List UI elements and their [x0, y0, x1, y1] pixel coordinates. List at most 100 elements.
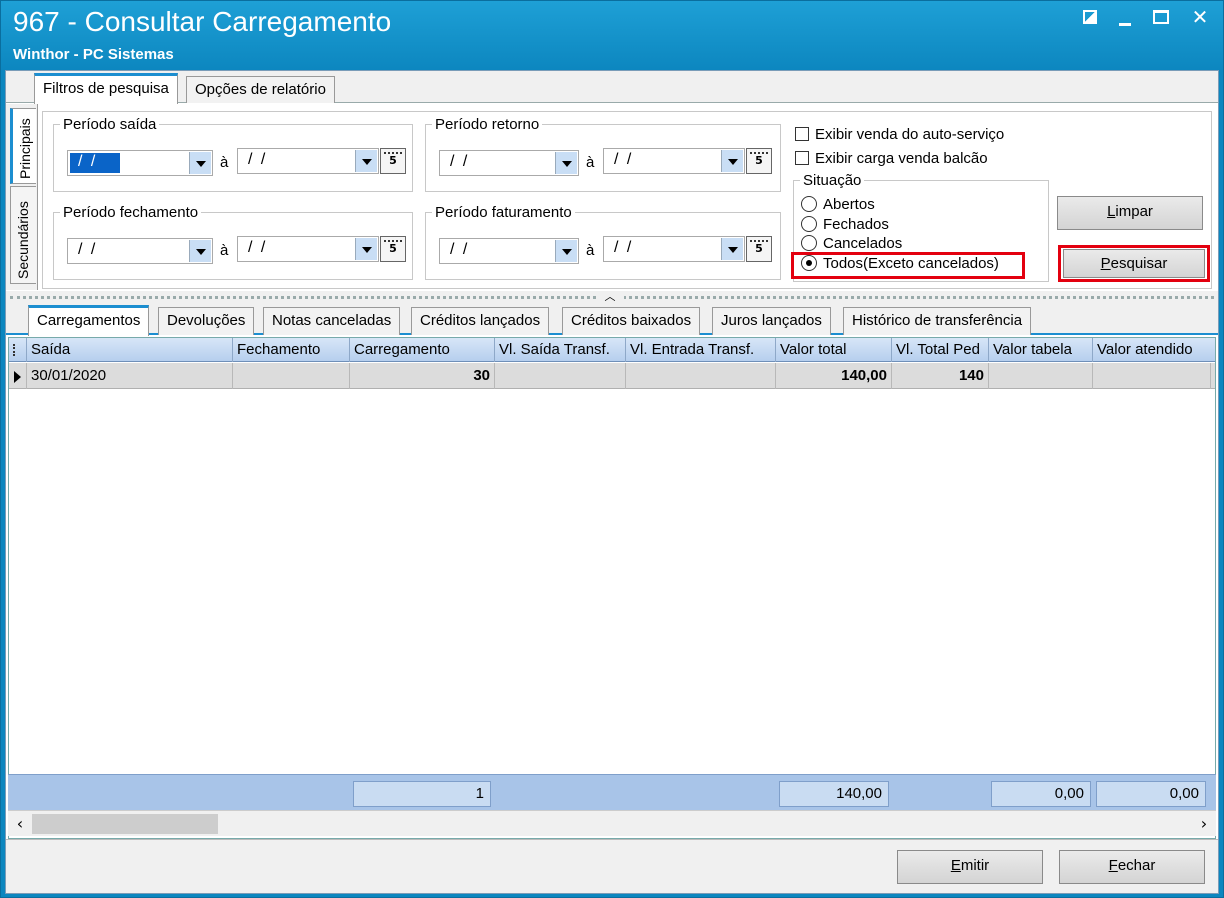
chevron-left-icon[interactable]: ‹	[12, 814, 28, 834]
separator-label: à	[586, 242, 595, 259]
chevron-down-icon[interactable]	[189, 240, 211, 262]
app-window: 967 - Consultar Carregamento Winthor - P…	[0, 0, 1224, 898]
periodo-fechamento-from-input[interactable]: / /	[67, 238, 213, 264]
grid-header: Saída Fechamento Carregamento Vl. Saída …	[9, 338, 1215, 362]
radio-icon	[801, 216, 817, 232]
periodo-saida-to-input[interactable]: / /	[237, 148, 379, 174]
chevron-down-icon[interactable]	[721, 238, 743, 260]
tab-notas-canceladas[interactable]: Notas canceladas	[263, 307, 401, 335]
footer-valor-total: 140,00	[779, 781, 889, 807]
col-valor-atendido[interactable]: Valor atendido	[1093, 338, 1215, 362]
scroll-thumb[interactable]	[32, 814, 218, 834]
radio-icon	[801, 235, 817, 251]
list-icon	[13, 344, 23, 356]
periodo-fechamento-label: Período fechamento	[63, 204, 199, 221]
radio-icon	[801, 196, 817, 212]
chevron-down-icon[interactable]	[555, 240, 577, 262]
col-valor-total[interactable]: Valor total	[776, 338, 892, 362]
cell-valor-total[interactable]: 140,00	[776, 363, 892, 389]
tab-creditos-lancados[interactable]: Créditos lançados	[411, 307, 550, 335]
chevron-down-icon[interactable]	[189, 152, 211, 174]
col-vl-entrada-transf[interactable]: Vl. Entrada Transf.	[626, 338, 776, 362]
cell-vl-total-ped[interactable]: 140	[892, 363, 989, 389]
grid-footer: 1 140,00 0,00 0,00	[8, 774, 1216, 810]
window-title: 967 - Consultar Carregamento	[13, 6, 392, 37]
col-vl-total-ped[interactable]: Vl. Total Ped	[892, 338, 989, 362]
side-tab-principais[interactable]: Principais	[10, 108, 36, 184]
panel-splitter[interactable]: ︿	[6, 291, 1218, 303]
pesquisar-button[interactable]: Pesquisar	[1063, 249, 1205, 278]
cell-vl-entrada-transf[interactable]	[626, 363, 776, 389]
emitir-button[interactable]: Emitir	[897, 850, 1043, 884]
periodo-fechamento-to-input[interactable]: / /	[237, 236, 379, 262]
row-indicator	[9, 363, 27, 389]
col-valor-tabela[interactable]: Valor tabela	[989, 338, 1093, 362]
periodo-retorno-from-input[interactable]: / /	[439, 150, 579, 176]
tab-carregamentos[interactable]: Carregamentos	[28, 305, 150, 336]
periodo-saida-from-input[interactable]: / /	[67, 150, 213, 176]
tab-historico-de-transferencia[interactable]: Histórico de transferência	[843, 307, 1032, 335]
cell-carregamento[interactable]: 30	[350, 363, 495, 389]
footer-valor-tabela: 0,00	[991, 781, 1091, 807]
chevron-right-icon[interactable]: ›	[1196, 814, 1212, 834]
calendar-icon[interactable]: 5	[746, 236, 772, 262]
table-row[interactable]: 30/01/2020 30 140,00 140	[9, 363, 1215, 389]
separator-label: à	[586, 154, 595, 171]
cell-vl-saida-transf[interactable]	[495, 363, 626, 389]
filters-panel: Período saída / / à / / 5 Período retorn…	[42, 111, 1212, 289]
footer-carregamento-count: 1	[353, 781, 491, 807]
chevron-down-icon[interactable]	[355, 238, 377, 260]
cell-valor-tabela[interactable]	[989, 363, 1093, 389]
periodo-retorno-to-input[interactable]: / /	[603, 148, 745, 174]
cell-valor-atendido[interactable]	[1093, 363, 1211, 389]
limpar-button[interactable]: Limpar	[1057, 196, 1203, 230]
periodo-faturamento-from-input[interactable]: / /	[439, 238, 579, 264]
close-icon[interactable]: ✕	[1191, 7, 1209, 27]
chevron-down-icon[interactable]	[355, 150, 377, 172]
calendar-icon[interactable]: 5	[380, 148, 406, 174]
col-carregamento[interactable]: Carregamento	[350, 338, 495, 362]
separator-label: à	[220, 154, 229, 171]
col-fechamento[interactable]: Fechamento	[233, 338, 350, 362]
action-bar: Emitir Fechar	[6, 839, 1218, 893]
side-tabs: Principais Secundários	[6, 104, 38, 290]
tab-filtros-de-pesquisa[interactable]: Filtros de pesquisa	[34, 73, 178, 104]
calendar-icon[interactable]: 5	[380, 236, 406, 262]
chevron-up-icon[interactable]: ︿	[596, 291, 624, 303]
tab-opcoes-de-relatorio[interactable]: Opções de relatório	[186, 76, 335, 103]
radio-cancelados[interactable]: Cancelados	[801, 235, 902, 252]
chevron-down-icon[interactable]	[555, 152, 577, 174]
radio-fechados[interactable]: Fechados	[801, 216, 889, 233]
restore-icon[interactable]	[1083, 10, 1097, 24]
tab-creditos-baixados[interactable]: Créditos baixados	[562, 307, 701, 335]
tab-devolucoes[interactable]: Devoluções	[158, 307, 255, 335]
window-subtitle: Winthor - PC Sistemas	[13, 46, 174, 63]
col-saida[interactable]: Saída	[27, 338, 233, 362]
triangle-right-icon	[14, 371, 21, 383]
fechar-button[interactable]: Fechar	[1059, 850, 1205, 884]
title-bar[interactable]: 967 - Consultar Carregamento Winthor - P…	[1, 1, 1223, 69]
checkbox-icon	[795, 151, 809, 165]
calendar-icon[interactable]: 5	[746, 148, 772, 174]
chevron-down-icon[interactable]	[721, 150, 743, 172]
column-selector[interactable]	[9, 338, 27, 362]
filter-tabs: Filtros de pesquisa Opções de relatório	[6, 71, 1218, 104]
exibir-auto-servico-checkbox[interactable]: Exibir venda do auto-serviço	[795, 126, 1004, 143]
checkbox-icon	[795, 127, 809, 141]
side-tab-secundarios[interactable]: Secundários	[10, 186, 36, 284]
minimize-icon[interactable]	[1119, 23, 1131, 26]
cell-saida[interactable]: 30/01/2020	[27, 363, 233, 389]
maximize-icon[interactable]	[1153, 10, 1169, 24]
exibir-carga-balcao-checkbox[interactable]: Exibir carga venda balcão	[795, 150, 988, 167]
cell-fechamento[interactable]	[233, 363, 350, 389]
horizontal-scrollbar[interactable]: ‹ ›	[8, 810, 1216, 836]
client-area: Filtros de pesquisa Opções de relatório …	[5, 70, 1219, 894]
col-vl-saida-transf[interactable]: Vl. Saída Transf.	[495, 338, 626, 362]
periodo-faturamento-to-input[interactable]: / /	[603, 236, 745, 262]
periodo-faturamento-label: Período faturamento	[435, 204, 572, 221]
radio-abertos[interactable]: Abertos	[801, 196, 875, 213]
footer-valor-atendido: 0,00	[1096, 781, 1206, 807]
periodo-retorno-label: Período retorno	[435, 116, 540, 133]
highlight-todos	[791, 252, 1025, 279]
tab-juros-lancados[interactable]: Juros lançados	[712, 307, 831, 335]
